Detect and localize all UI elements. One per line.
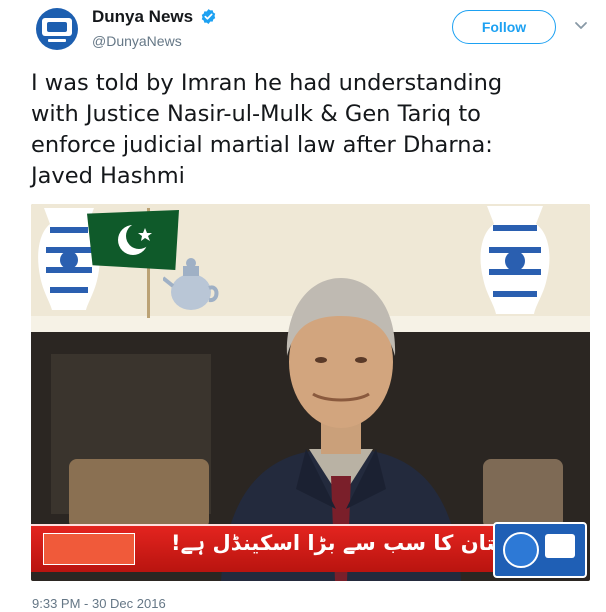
ticker-label-box: [43, 533, 135, 565]
cushion-right: [483, 459, 563, 529]
display-name[interactable]: Dunya News: [92, 7, 193, 27]
tweet-text-line: I was told by Imran he had understanding: [31, 70, 503, 96]
dunya-logo-subtext: [48, 39, 66, 42]
verified-badge-icon: [201, 9, 216, 24]
chevron-down-icon[interactable]: [574, 21, 588, 31]
news-ticker: یہ پاکستان کا سب سے بڑا اسکینڈل ہے!: [31, 524, 572, 572]
tweet-media-image[interactable]: یہ پاکستان کا سب سے بڑا اسکینڈل ہے!: [31, 204, 590, 581]
tweet-text-line: with Justice Nasir-ul-Mulk & Gen Tariq t…: [31, 101, 481, 127]
tweet-timestamp[interactable]: 9:33 PM - 30 Dec 2016: [32, 596, 166, 611]
tweet-text: I was told by Imran he had understanding…: [31, 68, 591, 192]
dunya-logo-icon: [42, 18, 72, 36]
dunya-logo-bug: [493, 522, 587, 578]
cushion-left: [69, 459, 209, 529]
avatar[interactable]: [36, 8, 78, 50]
tweet-text-line: Javed Hashmi: [31, 163, 185, 189]
flag-crescent-icon: [118, 223, 152, 255]
tweet-text-line: enforce judicial martial law after Dharn…: [31, 132, 493, 158]
handle[interactable]: @DunyaNews: [92, 33, 182, 49]
follow-button[interactable]: Follow: [452, 10, 556, 44]
